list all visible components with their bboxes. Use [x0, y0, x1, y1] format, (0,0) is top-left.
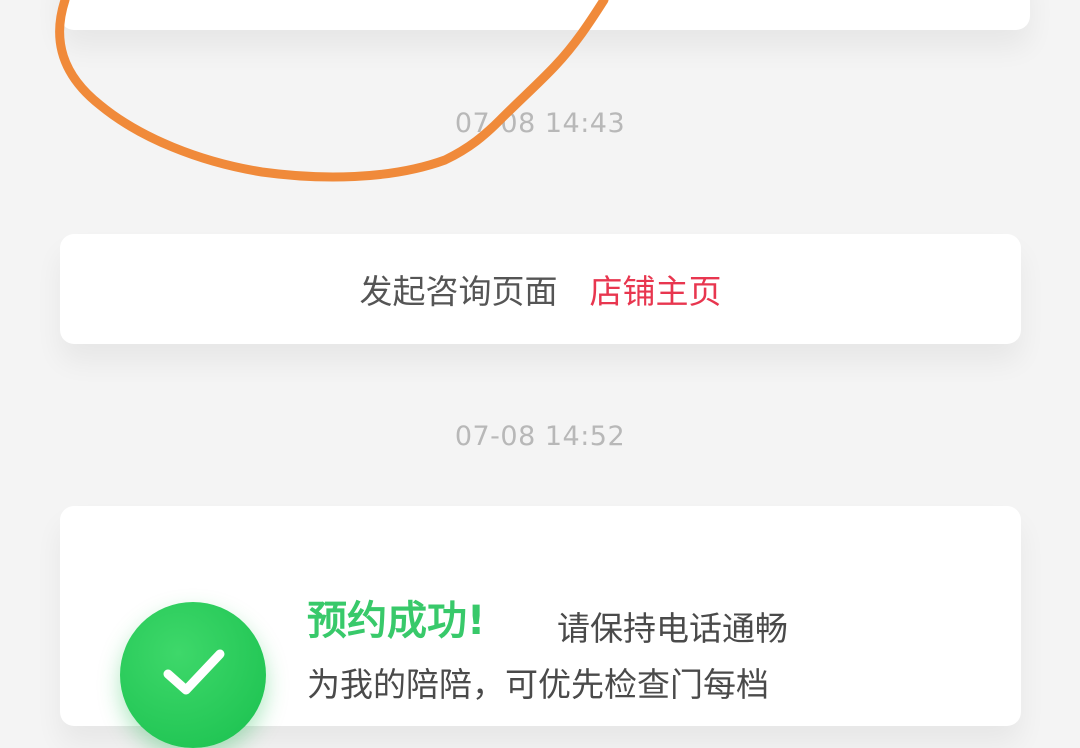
booking-success-title: 预约成功! — [307, 598, 486, 644]
message-timestamp: 07-08 14:52 — [454, 421, 626, 452]
check-icon — [120, 602, 266, 748]
booking-detail-text: 为我的陪陪，可优先检查门每档 — [307, 665, 769, 704]
booking-success-card: 预约成功! 请保持电话通畅 为我的陪陪，可优先检查门每档 — [60, 506, 1021, 748]
store-homepage-link[interactable]: 店铺主页 — [590, 265, 722, 313]
previous-message-card — [60, 0, 1030, 30]
consult-page-text: 发起咨询页面 — [359, 272, 558, 311]
consult-card: 发起咨询页面 店铺主页 — [60, 234, 1021, 344]
message-timestamp: 07-08 14:43 — [454, 108, 626, 139]
booking-success-subtitle: 请保持电话通畅 — [557, 609, 788, 648]
